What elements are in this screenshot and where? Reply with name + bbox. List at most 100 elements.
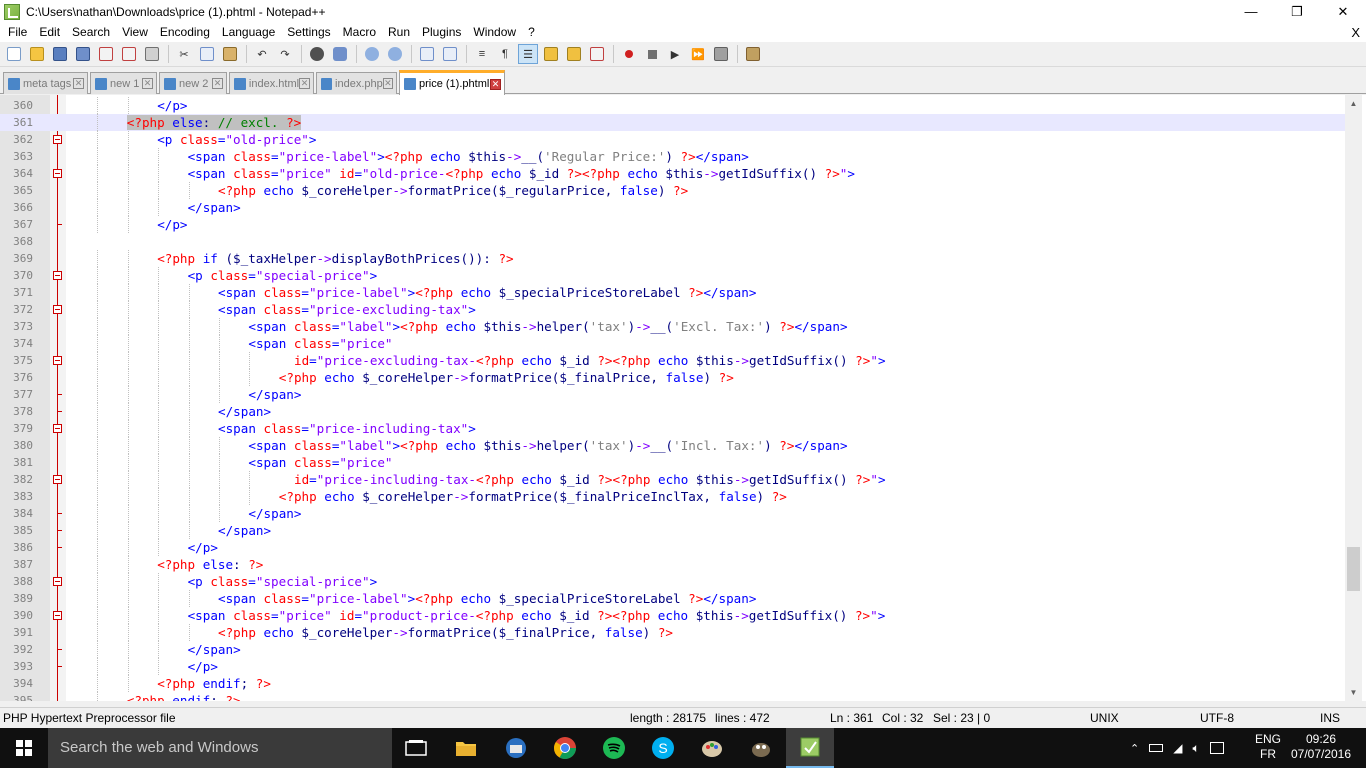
find-icon[interactable] [307,44,327,64]
print-icon[interactable] [142,44,162,64]
menu-search[interactable]: Search [66,23,116,42]
code-line[interactable]: 387 <?php else: ?> [0,556,1345,573]
code-line[interactable]: 395 <?php endif; ?> [0,692,1345,701]
play-macro-icon[interactable]: ▶ [665,44,685,64]
scroll-up-icon[interactable]: ▲ [1345,95,1362,112]
redo-icon[interactable]: ↷ [275,44,295,64]
menu-run[interactable]: Run [382,23,416,42]
close-file-icon[interactable] [96,44,116,64]
fold-toggle-icon[interactable] [53,271,62,280]
word-wrap-icon[interactable]: ≡ [472,44,492,64]
code-line[interactable]: 389 <span class="price-label"><?php echo … [0,590,1345,607]
file-explorer-icon[interactable] [442,728,490,768]
chrome-icon[interactable] [541,728,589,768]
thunderbird-icon[interactable] [492,728,540,768]
menu-view[interactable]: View [116,23,154,42]
code-line[interactable]: 375 id="price-excluding-tax-<?php echo $_… [0,352,1345,369]
menu-settings[interactable]: Settings [281,23,336,42]
menu-encoding[interactable]: Encoding [154,23,216,42]
launch-browser-icon[interactable] [743,44,763,64]
save-icon[interactable] [50,44,70,64]
user-defined-language-icon[interactable] [541,44,561,64]
code-line[interactable]: 364 <span class="price" id="old-price-<?p… [0,165,1345,182]
code-line[interactable]: 367 </p> [0,216,1345,233]
code-line[interactable]: 363 <span class="price-label"><?php echo … [0,148,1345,165]
code-line[interactable]: 361 <?php else: // excl. ?> [0,114,1345,131]
taskbar-search-box[interactable]: Search the web and Windows [48,728,392,768]
code-line[interactable]: 393 </p> [0,658,1345,675]
close-button[interactable]: ✕ [1320,0,1366,23]
fold-toggle-icon[interactable] [53,611,62,620]
record-macro-icon[interactable] [619,44,639,64]
code-line[interactable]: 369 <?php if ($_taxHelper->displayBothPri… [0,250,1345,267]
tab-new-1[interactable]: new 1 ✕ [90,72,157,94]
sync-horizontal-icon[interactable] [440,44,460,64]
code-line[interactable]: 372 <span class="price-excluding-tax"> [0,301,1345,318]
code-line[interactable]: 376 <?php echo $_coreHelper->formatPrice(… [0,369,1345,386]
code-line[interactable]: 377 </span> [0,386,1345,403]
menu-language[interactable]: Language [216,23,281,42]
code-line[interactable]: 373 <span class="label"><?php echo $this-… [0,318,1345,335]
undo-icon[interactable]: ↶ [252,44,272,64]
code-line[interactable]: 391 <?php echo $_coreHelper->formatPrice(… [0,624,1345,641]
close-icon[interactable]: ✕ [490,78,501,90]
code-line[interactable]: 383 <?php echo $_coreHelper->formatPrice(… [0,488,1345,505]
open-file-icon[interactable] [27,44,47,64]
paste-icon[interactable] [220,44,240,64]
close-all-icon[interactable] [119,44,139,64]
task-view-icon[interactable] [392,728,440,768]
scroll-down-icon[interactable]: ▼ [1345,684,1362,701]
fold-toggle-icon[interactable] [53,356,62,365]
close-icon[interactable]: ✕ [73,78,84,89]
language-indicator[interactable]: ENG FR [1252,728,1284,768]
tab-index-php[interactable]: index.php ✕ [316,72,397,94]
close-icon[interactable]: ✕ [142,78,153,89]
menu-plugins[interactable]: Plugins [416,23,467,42]
notepadpp-taskbar-icon[interactable] [786,728,834,768]
code-line[interactable]: 384 </span> [0,505,1345,522]
new-file-icon[interactable] [4,44,24,64]
paint-icon[interactable] [688,728,736,768]
close-document-button[interactable]: X [1351,23,1360,42]
menu-file[interactable]: File [2,23,33,42]
code-line[interactable]: 371 <span class="price-label"><?php echo … [0,284,1345,301]
save-all-icon[interactable] [73,44,93,64]
code-line[interactable]: 379 <span class="price-including-tax"> [0,420,1345,437]
close-icon[interactable]: ✕ [299,78,310,89]
code-line[interactable]: 360 </p> [0,97,1345,114]
fold-toggle-icon[interactable] [53,577,62,586]
code-line[interactable]: 362 <p class="old-price"> [0,131,1345,148]
code-line[interactable]: 378 </span> [0,403,1345,420]
code-editor[interactable]: 360 </p> 361 <?php else: // excl. ?> 362 <p c… [0,95,1366,701]
maximize-button[interactable]: ❐ [1274,0,1320,23]
code-line[interactable]: 374 <span class="price" [0,335,1345,352]
menu-edit[interactable]: Edit [33,23,66,42]
code-line[interactable]: 392 </span> [0,641,1345,658]
wifi-icon[interactable]: ◢ [1173,741,1182,755]
start-button[interactable] [0,728,48,768]
fold-toggle-icon[interactable] [53,305,62,314]
stop-macro-icon[interactable] [642,44,662,64]
code-line[interactable]: 366 </span> [0,199,1345,216]
code-line[interactable]: 385 </span> [0,522,1345,539]
skype-icon[interactable]: S [639,728,687,768]
code-line[interactable]: 394 <?php endif; ?> [0,675,1345,692]
battery-icon[interactable] [1149,744,1164,752]
fold-toggle-icon[interactable] [53,135,62,144]
gimp-icon[interactable] [737,728,785,768]
code-line[interactable]: 382 id="price-including-tax-<?php echo $_… [0,471,1345,488]
run-multiple-macro-icon[interactable]: ⏩ [688,44,708,64]
indent-guide-icon[interactable]: ☰ [518,44,538,64]
code-line[interactable]: 368 [0,233,1345,250]
fold-toggle-icon[interactable] [53,475,62,484]
code-line[interactable]: 370 <p class="special-price"> [0,267,1345,284]
document-map-icon[interactable] [564,44,584,64]
menu-macro[interactable]: Macro [337,23,382,42]
code-line[interactable]: 380 <span class="label"><?php echo $this-… [0,437,1345,454]
code-line[interactable]: 381 <span class="price" [0,454,1345,471]
spotify-icon[interactable] [590,728,638,768]
save-macro-icon[interactable] [711,44,731,64]
fold-toggle-icon[interactable] [53,169,62,178]
show-hidden-icons-icon[interactable]: ⌃ [1130,742,1139,755]
tab-price-phtml[interactable]: price (1).phtml ✕ [399,70,505,95]
